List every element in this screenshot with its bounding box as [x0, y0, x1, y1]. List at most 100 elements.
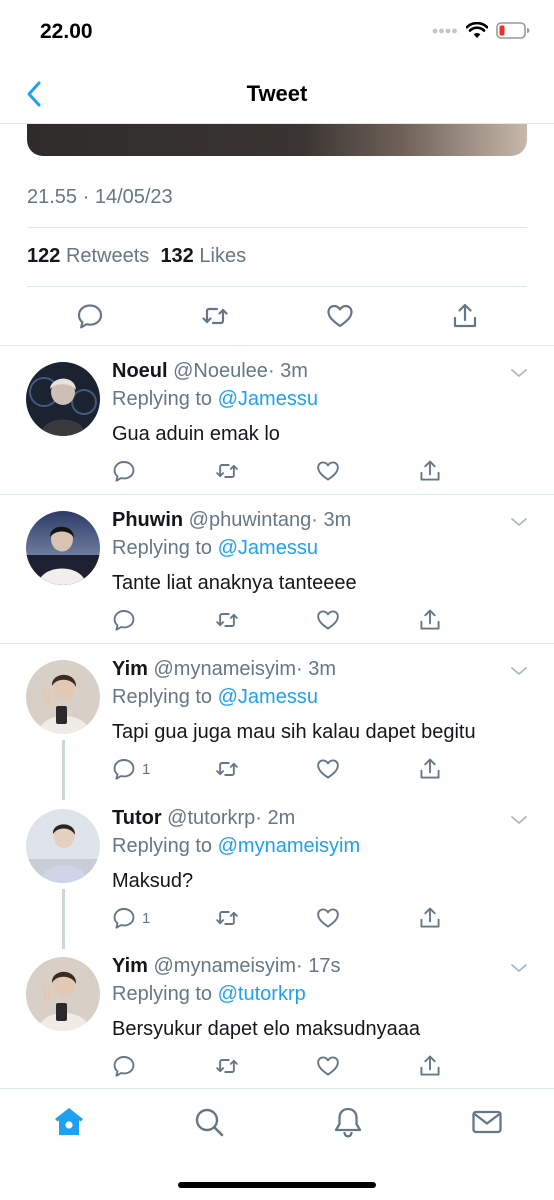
- replying-to: Replying to @mynameisyim: [112, 835, 360, 858]
- reply-count: 1: [142, 909, 151, 927]
- retweet-button[interactable]: [215, 608, 239, 632]
- search-icon[interactable]: [192, 1105, 226, 1139]
- avatar[interactable]: [26, 511, 100, 585]
- replying-to: Replying to @Jamessu: [112, 686, 318, 709]
- reply-header: Phuwin @phuwintang· 3m: [112, 509, 351, 532]
- user-handle[interactable]: @mynameisyim: [154, 658, 297, 680]
- reply-text: Maksud?: [112, 870, 194, 892]
- chevron-down-icon[interactable]: [510, 662, 528, 680]
- reply-tweet[interactable]: Noeul @Noeulee· 3m Replying to @Jamessu …: [0, 346, 554, 494]
- retweets-label[interactable]: Retweets: [66, 245, 149, 267]
- share-button[interactable]: [418, 459, 442, 483]
- reply-tweet[interactable]: Phuwin @phuwintang· 3m Replying to @Jame…: [0, 495, 554, 643]
- display-name[interactable]: Yim: [112, 955, 148, 977]
- reply-button[interactable]: 1: [112, 906, 150, 930]
- retweet-button[interactable]: [215, 906, 239, 930]
- user-handle[interactable]: @tutorkrp: [167, 807, 255, 829]
- replying-label: Replying to: [112, 835, 213, 857]
- replying-to-handle[interactable]: @Jamessu: [218, 537, 318, 559]
- heart-icon: [317, 1056, 339, 1076]
- user-handle[interactable]: @Noeulee: [173, 360, 268, 382]
- replying-to: Replying to @tutorkrp: [112, 983, 306, 1006]
- replying-label: Replying to: [112, 983, 213, 1005]
- reply-action-bar: [112, 459, 452, 485]
- like-button[interactable]: [316, 1054, 340, 1078]
- heart-icon[interactable]: [326, 302, 354, 330]
- user-handle[interactable]: @mynameisyim: [154, 955, 297, 977]
- reply-text: Tante liat anaknya tanteeee: [112, 572, 357, 594]
- user-handle[interactable]: @phuwintang: [189, 509, 312, 531]
- chevron-down-icon[interactable]: [510, 513, 528, 531]
- share-button[interactable]: [418, 608, 442, 632]
- retweet-button[interactable]: [215, 1054, 239, 1078]
- retweet-icon: [216, 464, 238, 478]
- chevron-down-icon[interactable]: [510, 959, 528, 977]
- chevron-down-icon[interactable]: [510, 811, 528, 829]
- replying-label: Replying to: [112, 537, 213, 559]
- tweet-media[interactable]: [27, 124, 527, 156]
- retweets-count[interactable]: 122: [27, 245, 60, 267]
- reply-action-bar: [112, 608, 452, 634]
- home-indicator[interactable]: [178, 1182, 376, 1188]
- replying-to-handle[interactable]: @Jamessu: [218, 388, 318, 410]
- retweet-icon: [216, 911, 238, 925]
- display-name[interactable]: Yim: [112, 658, 148, 680]
- share-button[interactable]: [418, 1054, 442, 1078]
- retweet-button[interactable]: [215, 757, 239, 781]
- replying-to: Replying to @Jamessu: [112, 537, 318, 560]
- replying-to-handle[interactable]: @Jamessu: [218, 686, 318, 708]
- reply-time: · 17s: [296, 955, 341, 977]
- reply-icon: [113, 610, 135, 631]
- reply-tweet[interactable]: Tutor @tutorkrp· 2m Replying to @mynamei…: [0, 793, 554, 941]
- avatar[interactable]: [26, 660, 100, 734]
- reply-button[interactable]: 1: [112, 757, 150, 781]
- retweet-button[interactable]: [215, 459, 239, 483]
- display-name[interactable]: Tutor: [112, 807, 162, 829]
- display-name[interactable]: Phuwin: [112, 509, 183, 531]
- bell-icon[interactable]: [331, 1105, 365, 1139]
- like-button[interactable]: [316, 757, 340, 781]
- reply-button[interactable]: [112, 459, 142, 483]
- like-button[interactable]: [316, 906, 340, 930]
- avatar[interactable]: [26, 957, 100, 1031]
- like-button[interactable]: [316, 608, 340, 632]
- home-icon[interactable]: [52, 1105, 86, 1139]
- reply-tweet[interactable]: Yim @mynameisyim· 17s Replying to @tutor…: [0, 941, 554, 1088]
- reply-action-bar: 1: [112, 906, 452, 932]
- retweet-icon: [216, 613, 238, 627]
- wifi-icon: [466, 22, 488, 38]
- replying-to-handle[interactable]: @mynameisyim: [218, 835, 361, 857]
- page-title: Tweet: [246, 81, 308, 106]
- share-icon: [420, 758, 440, 779]
- reply-icon: [113, 908, 135, 929]
- reply-text: Bersyukur dapet elo maksudnyaaa: [112, 1018, 420, 1040]
- reply-header: Yim @mynameisyim· 17s: [112, 955, 341, 978]
- retweet-icon: [216, 1059, 238, 1073]
- avatar[interactable]: [26, 809, 100, 883]
- reply-header: Yim @mynameisyim· 3m: [112, 658, 336, 681]
- chevron-down-icon[interactable]: [510, 364, 528, 382]
- like-button[interactable]: [316, 459, 340, 483]
- replying-to-handle[interactable]: @tutorkrp: [218, 983, 306, 1005]
- avatar[interactable]: [26, 362, 100, 436]
- display-name[interactable]: Noeul: [112, 360, 168, 382]
- replying-label: Replying to: [112, 388, 213, 410]
- mail-icon[interactable]: [470, 1105, 504, 1139]
- reply-icon[interactable]: [76, 302, 104, 330]
- share-button[interactable]: [418, 757, 442, 781]
- retweet-icon: [216, 762, 238, 776]
- reply-tweet[interactable]: Yim @mynameisyim· 3m Replying to @Jamess…: [0, 644, 554, 792]
- share-icon[interactable]: [451, 302, 479, 330]
- heart-icon: [317, 461, 339, 481]
- tweet-stats: 122 Retweets 132 Likes: [27, 245, 246, 268]
- likes-count[interactable]: 132: [160, 245, 193, 267]
- retweet-icon[interactable]: [201, 302, 229, 330]
- battery-icon: [496, 22, 530, 39]
- likes-label[interactable]: Likes: [199, 245, 246, 267]
- reply-button[interactable]: [112, 608, 142, 632]
- reply-button[interactable]: [112, 1054, 142, 1078]
- share-button[interactable]: [418, 906, 442, 930]
- reply-time: · 3m: [296, 658, 337, 680]
- reply-count: 1: [142, 760, 151, 778]
- share-icon: [420, 460, 440, 481]
